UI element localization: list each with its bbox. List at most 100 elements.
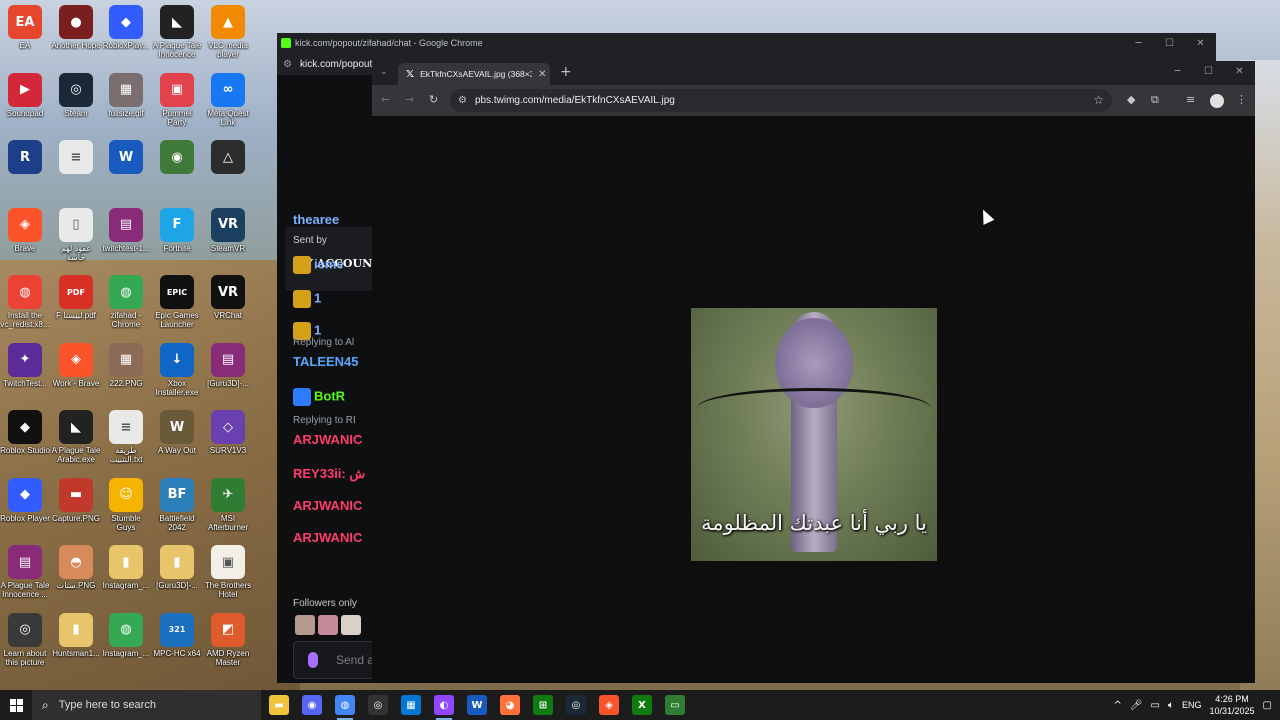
taskbar-word-icon[interactable]: W <box>467 695 487 715</box>
chat-message[interactable]: ARJWANIC <box>293 530 362 545</box>
chat-send-input[interactable]: Send a <box>293 641 372 679</box>
chat-username[interactable]: 1 <box>314 290 321 305</box>
chat-username[interactable]: TALEEN45 <box>293 354 359 369</box>
tab-search-icon[interactable]: ⌄ <box>380 67 388 77</box>
taskbar-discord-icon[interactable]: ◉ <box>302 695 322 715</box>
clock[interactable]: 4:26 PM 10/31/2025 <box>1210 693 1255 717</box>
desktop-icon[interactable]: ✦ TwitchTest... <box>0 340 50 388</box>
avatar[interactable] <box>341 615 361 635</box>
desktop-icon[interactable]: ◇ SURV1V3 <box>203 407 253 455</box>
taskbar-file-explorer-icon[interactable]: ▬ <box>269 695 289 715</box>
address-bar[interactable]: ⚙ pbs.twimg.com/media/EkTkfnCXsAEVAIL.jp… <box>450 89 1112 112</box>
chat-message[interactable]: TALEEN45 <box>293 354 359 369</box>
desktop-icon[interactable]: ▮ [Guru3D]-... <box>152 542 202 590</box>
desktop-icon[interactable]: ▣ Pummel Party <box>152 70 202 127</box>
taskbar-firefox-icon[interactable]: ◕ <box>500 695 520 715</box>
desktop-icon[interactable]: ◩ AMD Ryzen Master <box>203 610 253 667</box>
chevron-up-icon[interactable]: ^ <box>1113 700 1121 711</box>
language-indicator[interactable]: ENG <box>1182 700 1202 710</box>
chat-message[interactable]: 1 <box>293 290 321 308</box>
desktop-icon[interactable]: EA EA <box>0 2 50 50</box>
extensions-puzzle-icon[interactable]: ⧉ <box>1151 93 1159 107</box>
taskbar-chrome-icon[interactable]: ◍ <box>335 695 355 720</box>
desktop-icon[interactable]: ◣ A Plague Tale Arabic.exe <box>51 407 101 464</box>
desktop-icon[interactable]: ▬ Capture.PNG <box>51 475 101 523</box>
desktop-icon[interactable]: F Fortnite <box>152 205 202 253</box>
desktop-icon[interactable]: ◆ RobloxPlay... <box>101 2 151 50</box>
desktop-icon[interactable]: ◍ Instagram_... <box>101 610 151 658</box>
notification-icon[interactable]: ▢ <box>1263 700 1272 711</box>
profile-avatar[interactable] <box>1210 94 1224 108</box>
desktop-icon[interactable]: ↓ Xbox Installer.exe <box>152 340 202 397</box>
desktop-icon[interactable]: ◈ Brave <box>0 205 50 253</box>
image-url[interactable]: pbs.twimg.com/media/EkTkfnCXsAEVAIL.jpg <box>475 95 675 106</box>
image-chrome-window[interactable]: ⌄ 𝕏 EkTkfnCXsAEVAIL.jpg (368×380) ✕ + ─ … <box>372 61 1255 683</box>
maximize-icon[interactable]: ☐ <box>1154 33 1185 53</box>
bookmark-star-icon[interactable]: ☆ <box>1093 93 1104 107</box>
microphone-icon[interactable]: 🎤︎ <box>1130 700 1143 711</box>
desktop-icon[interactable]: ∞ Meta Quest Link <box>203 70 253 127</box>
desktop-icon[interactable]: ▦ fullsize.gif <box>101 70 151 118</box>
close-icon[interactable]: ✕ <box>1185 33 1216 53</box>
chat-message[interactable]: REY33ii: ش <box>293 466 365 482</box>
desktop-icon[interactable]: ✈ MSI Afterburner <box>203 475 253 532</box>
chat-message[interactable]: ARJWANIC <box>293 432 362 447</box>
taskbar-github-icon[interactable]: ◎ <box>368 695 388 715</box>
maximize-icon[interactable]: ☐ <box>1193 61 1224 81</box>
desktop-icon[interactable]: R <box>0 137 50 176</box>
desktop-icon[interactable]: W <box>101 137 151 176</box>
chat-message[interactable]: BotR <box>293 388 345 406</box>
microphone-icon[interactable] <box>308 652 318 668</box>
desktop-icon[interactable]: BF Battlefield 2042 <box>152 475 202 532</box>
desktop-icon[interactable]: ◍ Install the vc_redist.x8... <box>0 272 50 329</box>
desktop-icon[interactable]: ▣ The Brothers Hotel <box>203 542 253 599</box>
close-icon[interactable]: ✕ <box>1224 61 1255 81</box>
desktop-icon[interactable]: ● Another Hope <box>51 2 101 50</box>
desktop-icon[interactable]: VR VRChat <box>203 272 253 320</box>
reload-icon[interactable]: ↻ <box>429 93 438 106</box>
taskbar-xbox-app-icon[interactable]: ⊞ <box>533 695 553 715</box>
desktop-icon[interactable]: ◆ Roblox Studio <box>0 407 50 455</box>
avatar[interactable] <box>295 615 315 635</box>
chat-username[interactable]: ARJWANIC <box>293 530 362 545</box>
extension-diamond-icon[interactable]: ◆ <box>1127 93 1135 106</box>
chat-username[interactable]: ARJWANIC <box>293 498 362 513</box>
site-info-icon[interactable]: ⚙ <box>458 95 467 106</box>
tab-close-icon[interactable]: ✕ <box>538 69 546 80</box>
site-settings-icon[interactable]: ⚙ <box>283 59 292 70</box>
desktop-icon[interactable]: ▮ Instagram_... <box>101 542 151 590</box>
taskbar-search[interactable]: ⌕ Type here to search <box>32 690 261 720</box>
desktop-icon[interactable]: ☺ Stumble Guys <box>101 475 151 532</box>
desktop-icon[interactable]: ▤ [Guru3D]-... <box>203 340 253 388</box>
volume-icon[interactable]: 🔈︎ <box>1168 700 1174 711</box>
desktop-icon[interactable]: ▦ 222.PNG <box>101 340 151 388</box>
desktop-icon[interactable]: W A Way Out <box>152 407 202 455</box>
chat-message[interactable]: ieme <box>293 256 344 274</box>
desktop-icon[interactable]: ≡ طريقة التثبيت.txt <box>101 407 151 464</box>
chat-username[interactable]: REY33ii: ش <box>293 466 365 481</box>
desktop-icon[interactable]: ◈ Work - Brave <box>51 340 101 388</box>
new-tab-icon[interactable]: + <box>560 64 572 80</box>
taskbar-store-icon[interactable]: ▦ <box>401 695 421 715</box>
desktop-icon[interactable]: EPIC Epic Games Launcher <box>152 272 202 329</box>
desktop-icon[interactable]: 321 MPC-HC x64 <box>152 610 202 658</box>
chat-username[interactable]: BotR <box>314 388 345 403</box>
taskbar-kick-icon[interactable]: ◐ <box>434 695 454 720</box>
desktop-icon[interactable]: ◓ ستات.PNG <box>51 542 101 590</box>
network-icon[interactable]: ▭ <box>1151 700 1160 711</box>
desktop-icon[interactable]: ▯ عقود لهم حاسة <box>51 205 101 262</box>
cobra-image[interactable]: يا ربي أنا عبدتك المظلومة <box>691 308 937 561</box>
desktop-icon[interactable]: VR SteamVR <box>203 205 253 253</box>
reply-context[interactable]: Replying to RI <box>293 415 356 426</box>
desktop-icon[interactable]: ▲ VLC media player <box>203 2 253 59</box>
desktop-icon[interactable]: ≡ <box>51 137 101 176</box>
reply-context[interactable]: Replying to Al <box>293 337 354 348</box>
kick-url[interactable]: kick.com/popout <box>300 59 372 70</box>
desktop-icon[interactable]: ▮ Huntsman1... <box>51 610 101 658</box>
menu-kebab-icon[interactable]: ⋮ <box>1236 93 1247 106</box>
chat-username[interactable]: ARJWANIC <box>293 432 362 447</box>
kick-window-titlebar[interactable]: kick.com/popout/zifahad/chat - Google Ch… <box>277 33 1216 53</box>
desktop-icon[interactable]: ◉ <box>152 137 202 176</box>
back-icon[interactable]: ← <box>381 93 390 106</box>
desktop-icon[interactable]: ◍ zifahad - Chrome <box>101 272 151 329</box>
